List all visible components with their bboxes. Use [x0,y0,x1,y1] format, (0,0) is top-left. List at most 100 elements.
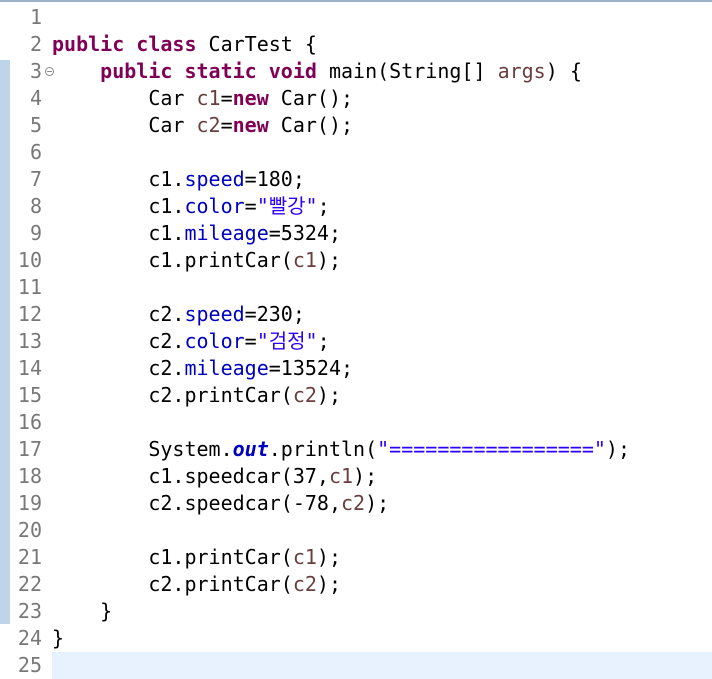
code-line-empty[interactable] [52,4,712,31]
code-line-class-declaration[interactable]: public class CarTest { [52,31,712,58]
code-line-method-close[interactable]: } [52,598,712,625]
code-token: =180; [244,167,305,191]
code-token: =5324; [268,221,341,245]
static-field-token: out [232,437,269,461]
line-number: 6 [29,140,42,164]
quick-diff-change-bar [0,60,10,624]
line-number: 5 [29,113,42,137]
code-token: c1.printCar( [52,248,293,272]
code-line-c2-color[interactable]: c2.color="검정"; [52,328,712,355]
line-number: 4 [29,86,42,110]
line-number: 15 [17,383,42,407]
editor-top-border [0,0,712,2]
code-line-c2-declaration[interactable]: Car c2=new Car(); [52,112,712,139]
code-token: ) { [545,59,582,83]
field-token: speed [184,167,245,191]
code-token: = [220,113,233,137]
line-number: 25 [17,653,42,677]
code-token: Car [52,86,197,110]
field-token: color [184,194,245,218]
line-number: 20 [17,518,42,542]
keyword-token: static [184,59,257,83]
string-literal-token: "검정" [256,329,318,353]
code-token: ); [316,248,342,272]
keyword-token: new [232,113,269,137]
code-line-c2-mileage[interactable]: c2.mileage=13524; [52,355,712,382]
line-number-with-fold: 3 [12,58,54,85]
code-line-c1-speedcar[interactable]: c1.speedcar(37,c1); [52,463,712,490]
line-number: 7 [29,167,42,191]
string-literal-token: "=================" [377,437,606,461]
local-variable-token: c2 [196,113,221,137]
code-line-main-declaration[interactable]: public static void main(String[] args) { [52,58,712,85]
java-code-editor[interactable]: 1 2 3 4 5 6 7 8 9 10 11 12 13 14 15 16 1… [0,0,712,679]
line-number: 1 [29,5,42,29]
local-variable-token: c2 [340,491,366,515]
line-number: 16 [17,410,42,434]
code-token: .println( [268,437,378,461]
code-token: } [52,599,113,623]
code-token: c1.speedcar(37, [52,464,329,488]
code-line-c1-printcar[interactable]: c1.printCar(c1); [52,544,712,571]
line-number: 14 [17,356,42,380]
code-line-c2-printcar[interactable]: c2.printCar(c2); [52,571,712,598]
code-token: c2.printCar( [52,572,293,596]
line-number-gutter: 1 2 3 4 5 6 7 8 9 10 11 12 13 14 15 16 1… [12,4,54,679]
code-line-c1-declaration[interactable]: Car c1=new Car(); [52,85,712,112]
line-number: 13 [17,329,42,353]
code-line-current-cursor[interactable] [52,652,712,679]
code-line-empty[interactable] [52,517,712,544]
code-line-empty[interactable] [52,139,712,166]
code-line-c2-speed[interactable]: c2.speed=230; [52,301,712,328]
code-line-empty[interactable] [52,274,712,301]
code-line-c2-speedcar[interactable]: c2.speedcar(-78,c2); [52,490,712,517]
code-token: ); [353,464,378,488]
code-token: c2.speedcar(-78, [52,491,341,515]
code-line-c2-printcar[interactable]: c2.printCar(c2); [52,382,712,409]
line-number: 12 [17,302,42,326]
line-number: 21 [17,545,42,569]
code-line-c1-speed[interactable]: c1.speed=180; [52,166,712,193]
field-token: color [184,329,245,353]
line-number: 19 [17,491,42,515]
code-line-class-close[interactable]: } [52,625,712,652]
keyword-token: public [52,32,125,56]
field-token: mileage [184,221,269,245]
code-token: Car [52,113,197,137]
code-token: c1.printCar( [52,545,293,569]
code-token: ; [317,329,330,353]
code-line-c1-mileage[interactable]: c1.mileage=5324; [52,220,712,247]
code-token: main(String[] [316,59,498,83]
line-number: 9 [29,221,42,245]
code-token: c2. [52,329,185,353]
code-token: System. [52,437,233,461]
code-token: = [220,86,233,110]
code-line-println[interactable]: System.out.println("================="); [52,436,712,463]
local-variable-token: c1 [328,464,354,488]
code-line-c1-printcar[interactable]: c1.printCar(c1); [52,247,712,274]
code-token: c2.printCar( [52,383,293,407]
code-token: Car(); [268,86,354,110]
line-number: 11 [17,275,42,299]
line-number: 2 [29,32,42,56]
line-number: 22 [17,572,42,596]
line-number: 24 [17,626,42,650]
code-token: =230; [244,302,305,326]
code-text-area[interactable]: public class CarTest { public static voi… [52,4,712,679]
code-token: c1. [52,194,185,218]
parameter-token: args [497,59,546,83]
local-variable-token: c1 [292,248,317,272]
code-token: = [244,329,257,353]
code-token: c2. [52,302,185,326]
code-token: ); [316,383,342,407]
code-token: = [244,194,257,218]
code-line-c1-color[interactable]: c1.color="빨강"; [52,193,712,220]
code-token: } [52,626,65,650]
string-literal-token: "빨강" [256,194,318,218]
keyword-token: public [100,59,173,83]
code-line-empty[interactable] [52,409,712,436]
